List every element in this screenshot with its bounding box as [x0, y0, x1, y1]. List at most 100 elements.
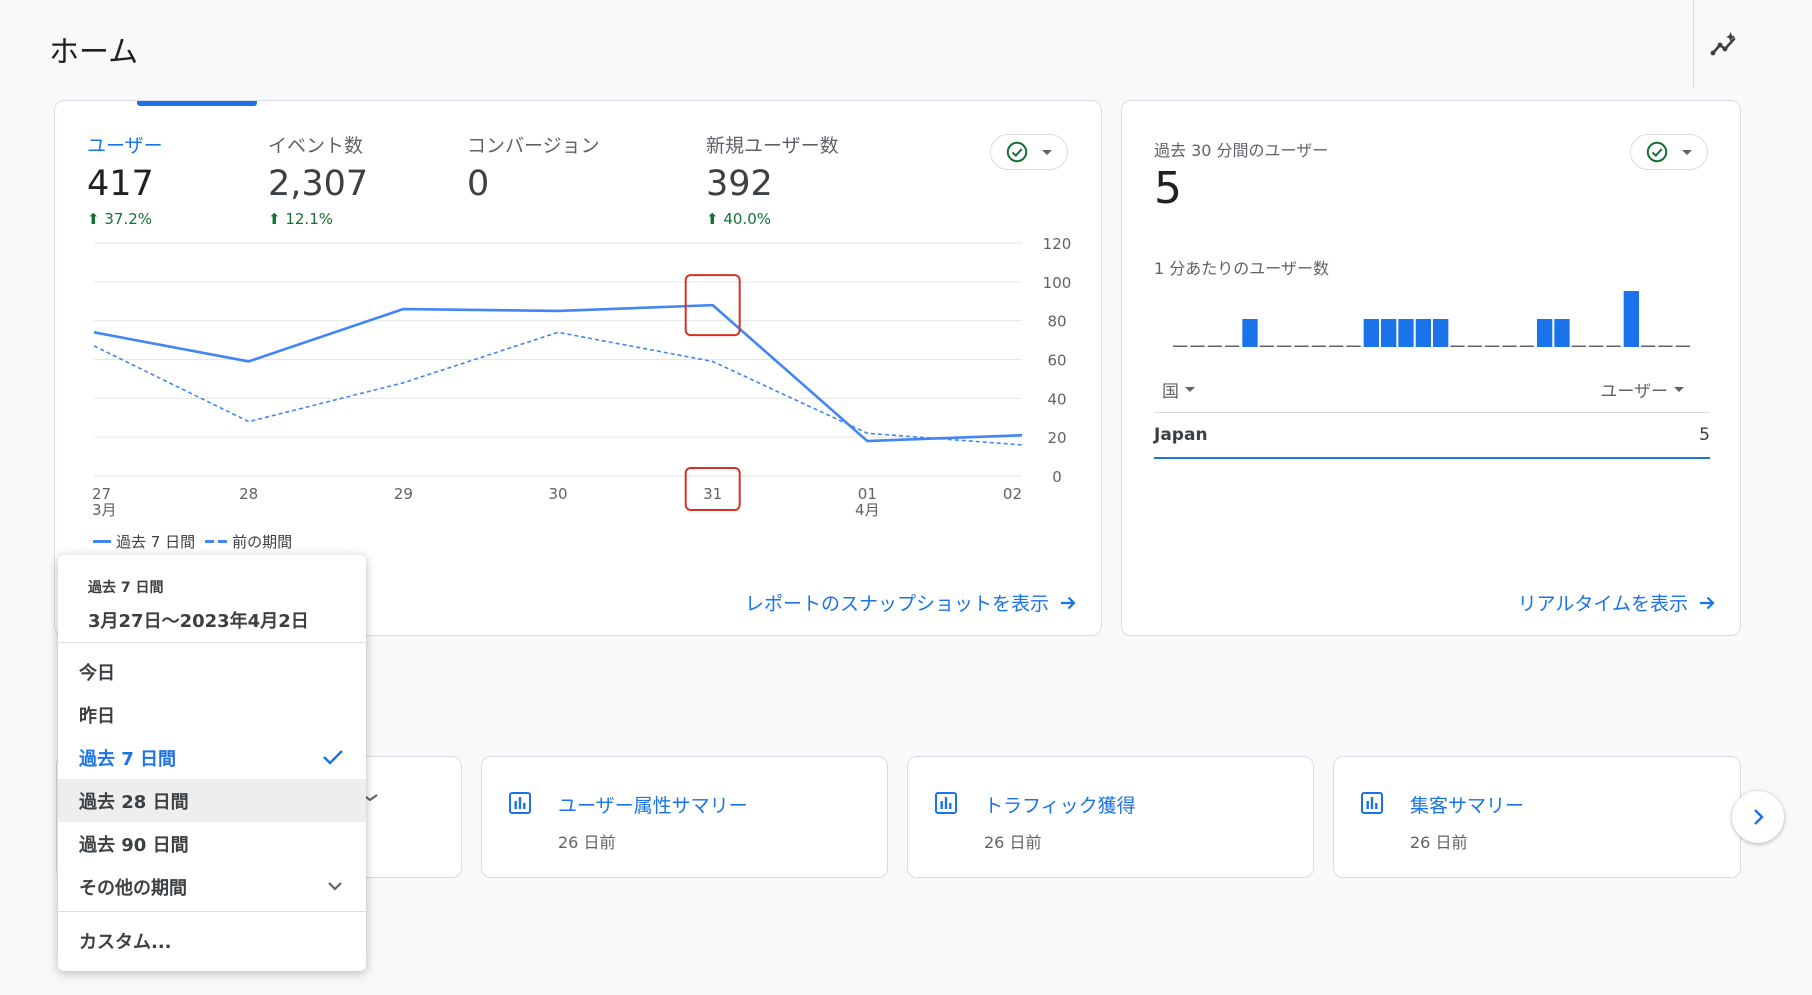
legend-previous-label: 前の期間: [232, 533, 293, 551]
suggestion-time: 26 日前: [1410, 833, 1468, 852]
minute-bar: [1537, 319, 1553, 347]
menu-divider: [58, 911, 366, 912]
country-column-header[interactable]: 国: [1162, 377, 1195, 402]
x-month-label: 4月: [855, 501, 880, 519]
date-option-yesterday[interactable]: 昨日: [58, 693, 366, 736]
minute-bar: [1363, 319, 1379, 347]
minute-bar-empty: [1294, 345, 1309, 347]
page-title: ホーム: [49, 35, 139, 70]
minute-bar-empty: [1589, 345, 1604, 347]
date-option-label: カスタム...: [79, 931, 172, 953]
minute-bar-empty: [1675, 345, 1690, 347]
country-column-label: 国: [1162, 382, 1179, 402]
minute-bar: [1398, 319, 1414, 347]
view-snapshot-link-label: レポートのスナップショットを表示: [744, 593, 1049, 615]
date-range-menu: 過去 7 日間 3月27日～2023年4月2日 今日 昨日 過去 7 日間 過去…: [58, 555, 366, 971]
y-tick-label: 60: [1047, 352, 1066, 370]
date-option-label: 過去 90 日間: [79, 834, 189, 856]
date-option-label: 過去 7 日間: [79, 748, 177, 770]
bar-chart-report-icon: [935, 792, 957, 814]
date-range-menu-header: 過去 7 日間 3月27日～2023年4月2日: [58, 555, 366, 643]
previous-period-line: [93, 331, 1023, 446]
minute-bar-empty: [1190, 345, 1205, 347]
minute-bar: [1554, 319, 1570, 347]
minute-bar-empty: [1173, 345, 1188, 347]
minute-bar: [1242, 319, 1258, 347]
date-option-label: 昨日: [79, 705, 115, 727]
x-tick-label: 31: [703, 485, 722, 503]
suggestion-title: トラフィック獲得: [984, 795, 1136, 817]
x-tick-label: 29: [394, 485, 413, 503]
suggestion-title: ユーザー属性サマリー: [558, 795, 748, 817]
minute-bar-empty: [1207, 345, 1222, 347]
minute-bar-empty: [1606, 345, 1621, 347]
realtime-status-button[interactable]: [1630, 134, 1708, 170]
header-divider: [1693, 0, 1694, 88]
view-realtime-link[interactable]: リアルタイムを表示: [1518, 589, 1716, 616]
date-option-label: その他の期間: [79, 877, 187, 899]
caret-down-icon: [1674, 387, 1684, 392]
date-option-today[interactable]: 今日: [58, 650, 366, 693]
realtime-label: 過去 30 分間のユーザー: [1154, 141, 1329, 160]
bar-chart-report-icon: [509, 792, 531, 814]
check-circle-icon: [1646, 141, 1668, 163]
suggestion-card-demographics[interactable]: ユーザー属性サマリー 26 日前: [481, 756, 888, 878]
chevron-right-icon: [1754, 809, 1764, 825]
view-snapshot-link[interactable]: レポートのスナップショットを表示: [745, 589, 1077, 616]
date-option-more-periods[interactable]: その他の期間: [58, 865, 366, 908]
realtime-subtitle: 1 分あたりのユーザー数: [1154, 259, 1329, 278]
suggestion-card-traffic-acquisition[interactable]: トラフィック獲得 26 日前: [907, 756, 1314, 878]
minute-bar-empty: [1571, 345, 1586, 347]
minute-bar-empty: [1329, 345, 1344, 347]
minute-bar-empty: [1641, 345, 1656, 347]
y-tick-label: 0: [1052, 468, 1062, 486]
suggestion-time: 26 日前: [984, 833, 1042, 852]
y-tick-label: 80: [1047, 313, 1066, 331]
minute-bar-empty: [1450, 345, 1465, 347]
realtime-value: 5: [1154, 163, 1182, 214]
date-option-last-7-days[interactable]: 過去 7 日間: [58, 736, 366, 779]
caret-down-icon: [1185, 387, 1195, 392]
caret-down-icon: [1682, 149, 1692, 155]
x-tick-label: 30: [548, 485, 567, 503]
legend-solid-swatch: [93, 540, 111, 543]
y-tick-label: 20: [1047, 429, 1066, 447]
current-period-line: [93, 303, 1023, 443]
suggestion-title: 集客サマリー: [1410, 795, 1525, 817]
legend-current-label: 過去 7 日間: [116, 533, 196, 551]
date-option-last-90-days[interactable]: 過去 90 日間: [58, 822, 366, 865]
date-option-custom[interactable]: カスタム...: [58, 919, 366, 962]
minute-bar-empty: [1225, 345, 1240, 347]
users-column-label: ユーザー: [1600, 382, 1668, 402]
users-line-chart: 120100806040200273月28 29 30 31 014月02: [92, 235, 1072, 519]
date-option-label: 今日: [79, 662, 115, 684]
minute-bar-empty: [1485, 345, 1500, 347]
country-cell: Japan: [1154, 425, 1208, 445]
chevron-down-icon: [328, 882, 342, 891]
users-column-header[interactable]: ユーザー: [1600, 377, 1684, 402]
date-range-value: 3月27日～2023年4月2日: [88, 611, 309, 632]
insights-button[interactable]: [1700, 22, 1750, 66]
date-range-caption: 過去 7 日間: [88, 580, 164, 596]
minute-bar: [1381, 319, 1397, 347]
minute-bar-empty: [1346, 345, 1361, 347]
view-realtime-link-label: リアルタイムを表示: [1517, 593, 1688, 615]
suggestion-card-acquisition-summary[interactable]: 集客サマリー 26 日前: [1333, 756, 1741, 878]
users-cell: 5: [1699, 425, 1710, 445]
date-option-last-28-days[interactable]: 過去 28 日間: [58, 779, 366, 822]
arrow-right-icon: [1700, 596, 1715, 609]
suggestion-time: 26 日前: [558, 833, 616, 852]
table-divider: [1154, 412, 1710, 413]
y-tick-label: 40: [1047, 390, 1066, 408]
check-icon: [323, 750, 343, 765]
y-tick-label: 100: [1043, 274, 1072, 292]
chart-legend: 過去 7 日間 前の期間: [93, 531, 292, 552]
next-suggestions-button[interactable]: [1732, 791, 1784, 843]
x-month-label: 3月: [92, 501, 117, 519]
minute-bar: [1415, 319, 1431, 347]
realtime-card: 過去 30 分間のユーザー 5 1 分あたりのユーザー数 国 ユーザー Japa…: [1121, 100, 1741, 636]
x-tick-label: 02: [1003, 485, 1022, 503]
insights-sparkle-icon: [1710, 31, 1736, 56]
table-row[interactable]: Japan 5: [1154, 421, 1710, 459]
x-tick-label: 28: [239, 485, 258, 503]
